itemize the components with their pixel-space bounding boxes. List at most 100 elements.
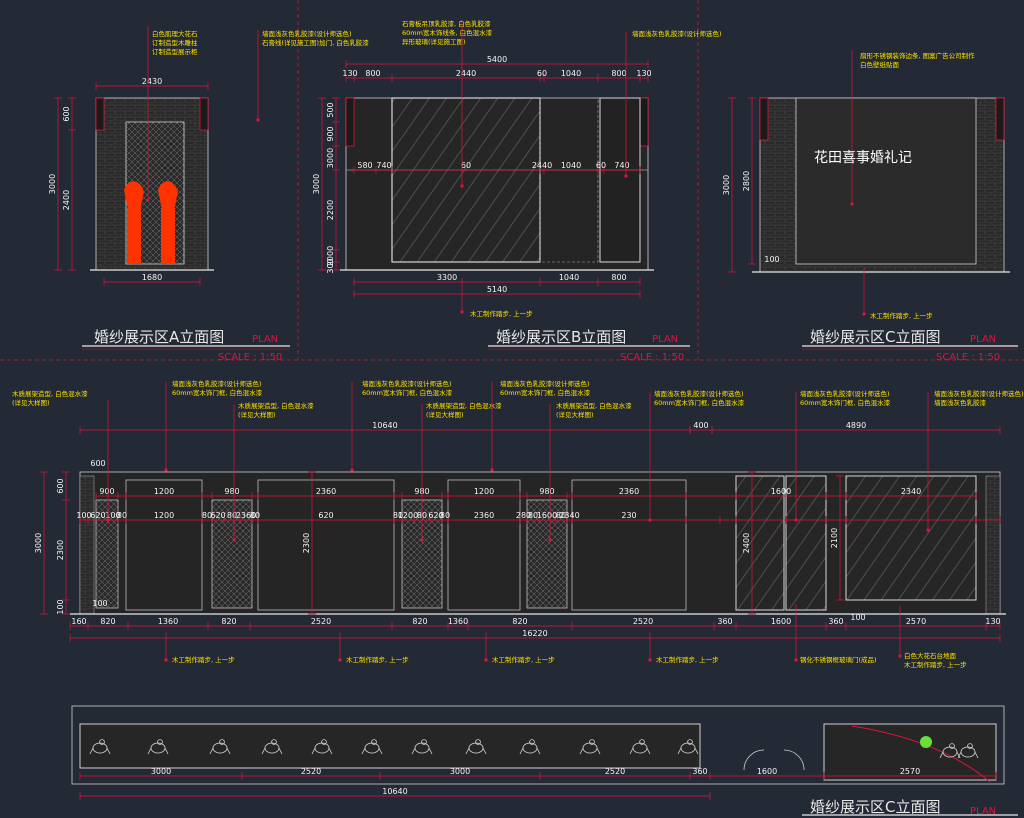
note-floor-m4: 木工制作踏步, 上一步 bbox=[648, 632, 719, 664]
note-main-n1-line: 墙面浅灰色乳胶漆(设计师选色) bbox=[172, 379, 262, 388]
dim-b-left-inner: 500900300022002000300 bbox=[326, 97, 340, 274]
dim-main-row1b-label: 1200 bbox=[474, 487, 494, 496]
dim-a-bottom: 1680 bbox=[103, 273, 201, 286]
main-elevation bbox=[70, 471, 1006, 615]
note-main-n2: 墙面浅灰色乳胶漆(设计师选色)60mm宽木饰门框, 白色混水漆 bbox=[350, 379, 453, 472]
note-floor-b-line: 木工制作踏步, 上一步 bbox=[470, 309, 533, 318]
dim-main-row1a-label: 980 bbox=[224, 487, 239, 496]
dim-main-row2-label: 100 bbox=[76, 511, 91, 520]
dim-plan-row-label: 3000 bbox=[151, 767, 171, 776]
dim-plan-total: 10640 bbox=[79, 787, 711, 800]
note-main-left-line: (详见大样图) bbox=[12, 398, 50, 407]
title-c: 婚纱展示区C立面图 PLAN SCALE : 1:50 bbox=[802, 328, 1018, 363]
dim-b-top-label: 800 bbox=[365, 69, 380, 78]
dim-main-row2-label: 620 bbox=[90, 511, 105, 520]
dim-a-top-label: 2430 bbox=[142, 77, 162, 86]
dim-plan-row-label: 2520 bbox=[301, 767, 321, 776]
note-main-n2b-line: 木质展架造型, 白色混水漆 bbox=[426, 401, 502, 410]
note-main-left-line: 木质展架造型, 白色混水漆 bbox=[12, 389, 88, 398]
note-main-n3-dot bbox=[490, 468, 494, 472]
title-a: 婚纱展示区A立面图 PLAN bbox=[82, 328, 290, 350]
dim-main-row2-label: 620 bbox=[318, 511, 333, 520]
dim-main-row3-label: 2520 bbox=[311, 617, 331, 626]
dim-main-row1b-label: 1600 bbox=[771, 487, 791, 496]
note-main-n2-line: 60mm宽木饰门框, 白色混水漆 bbox=[362, 388, 453, 397]
dim-main-left-outer: 3000 bbox=[34, 471, 48, 615]
dim-main-row1b-label: 980 bbox=[539, 487, 554, 496]
dim-main-top-mid-label: 400 bbox=[693, 421, 708, 430]
note-main-n2b-line: (详见大样图) bbox=[426, 410, 464, 419]
dim-b-top-label: 130 bbox=[636, 69, 651, 78]
dim-main-total-label: 16220 bbox=[522, 629, 547, 638]
title-bottom-plan: PLAN bbox=[970, 806, 996, 817]
note-a-line: 白色肌理大花石 bbox=[152, 29, 198, 38]
dim-main-left-outer-label: 3000 bbox=[34, 533, 43, 553]
title-b-scale: SCALE : 1:50 bbox=[620, 352, 684, 363]
dim-b-mid-label: 60 bbox=[596, 161, 606, 170]
dim-b-bottom-total-label: 5140 bbox=[487, 285, 507, 294]
dim-b-total-label: 5400 bbox=[487, 55, 507, 64]
note-b2-line: 异形玻璃(详见施工图) bbox=[402, 37, 466, 46]
dim-c-left-outer-label: 3000 bbox=[722, 175, 731, 195]
note-main-n1: 墙面浅灰色乳胶漆(设计师选色)60mm宽木饰门框, 白色混水漆 bbox=[164, 379, 263, 472]
note-a-dot bbox=[146, 198, 150, 202]
note-a-line: 订制造型木雕柱 bbox=[152, 38, 198, 47]
note-main-n5-line: 60mm宽木饰门框, 白色混水漆 bbox=[800, 398, 891, 407]
dim-main-top-600: 600 bbox=[90, 459, 105, 468]
dim-main-left-inner-label: 100 bbox=[56, 599, 65, 614]
dim-main-top-left: 10640 bbox=[79, 421, 691, 434]
dim-c-left-inner: 2800 bbox=[742, 97, 756, 265]
note-floor-m1-dot bbox=[164, 658, 168, 662]
note-main-left-dot bbox=[106, 518, 110, 522]
floor-plan-strip bbox=[71, 705, 1005, 785]
dim-main-row3-label: 820 bbox=[512, 617, 527, 626]
dim-plan-row-label: 2520 bbox=[605, 767, 625, 776]
dim-b-left-inner-label: 900 bbox=[326, 126, 335, 141]
note-c-line: 扇形不锈钢装饰边条, 图案广告公司制作 bbox=[860, 51, 975, 60]
dim-main-total: 16220 bbox=[69, 629, 1001, 642]
note-b3-dot bbox=[624, 174, 628, 178]
dim-main-row2-label: 2340 bbox=[559, 511, 579, 520]
dim-b-mid-label: 740 bbox=[376, 161, 391, 170]
dim-main-side-3-label: 2100 bbox=[830, 528, 839, 548]
dim-b-total: 5400 bbox=[345, 55, 649, 68]
dim-main-row2-label: 620 bbox=[210, 511, 225, 520]
note-main-n3b-dot bbox=[548, 538, 552, 542]
note-floor-m1-line: 木工制作踏步, 上一步 bbox=[172, 655, 235, 664]
dim-a-left-outer: 3000 bbox=[48, 97, 62, 271]
title-a-scale: SCALE : 1:50 bbox=[218, 352, 282, 363]
note-stone-dot bbox=[898, 654, 902, 658]
dim-main-base-right: 100 bbox=[850, 613, 865, 622]
dim-main-top-mid: 400 bbox=[689, 421, 713, 434]
dim-b-top-label: 2440 bbox=[456, 69, 476, 78]
title-b-plan: PLAN bbox=[652, 334, 678, 345]
note-c-line: 白色壁纸贴面 bbox=[860, 60, 900, 69]
dim-main-row1a-label: 2360 bbox=[316, 487, 336, 496]
note-main-n3: 墙面浅灰色乳胶漆(设计师选色)60mm宽木饰门框, 白色混水漆 bbox=[490, 379, 591, 472]
cad-drawing-canvas: 2430 1680 600 2400 3000 130 800 2440 60 1040 800 13… bbox=[0, 0, 1024, 818]
dim-main-row2-label: 2360 bbox=[474, 511, 494, 520]
dim-a-left-inner: 600 2400 bbox=[62, 97, 76, 271]
note-main-n3b-line: 木质展架造型, 白色混水漆 bbox=[556, 401, 632, 410]
note-main-n2-dot bbox=[350, 468, 354, 472]
note-floor-m2-line: 木工制作踏步, 上一步 bbox=[346, 655, 409, 664]
dim-main-top-right-label: 4890 bbox=[846, 421, 866, 430]
dim-plan-row-label: 1600 bbox=[757, 767, 777, 776]
dim-main-row2-label: 1200 bbox=[398, 511, 418, 520]
note-main-n6-line: 墙面浅灰色乳胶漆 bbox=[934, 398, 987, 407]
note-main-n3-line: 墙面浅灰色乳胶漆(设计师选色) bbox=[500, 379, 590, 388]
dim-main-row3-label: 2570 bbox=[906, 617, 926, 626]
dim-b-mid-label: 2440 bbox=[532, 161, 552, 170]
dim-main-row3-label: 820 bbox=[412, 617, 427, 626]
note-a-line: 订制造型展示柜 bbox=[152, 47, 198, 56]
note-main-n4-line: 60mm宽木饰门框, 白色混水漆 bbox=[654, 398, 745, 407]
dim-c-base: 100 bbox=[764, 255, 779, 264]
wall-sign-text: 花田喜事婚礼记 bbox=[814, 150, 912, 166]
dim-main-side-2-label: 2400 bbox=[742, 533, 751, 553]
dim-main-row2-label: 80 bbox=[250, 511, 260, 520]
dim-b-top-label: 130 bbox=[342, 69, 357, 78]
note-b2-line: 60mm宽木饰线条, 白色混水漆 bbox=[402, 28, 493, 37]
dim-b-mid-label: 60 bbox=[461, 161, 471, 170]
dim-main-row3-label: 130 bbox=[985, 617, 1000, 626]
note-floor-m4-line: 木工制作踏步, 上一步 bbox=[656, 655, 719, 664]
